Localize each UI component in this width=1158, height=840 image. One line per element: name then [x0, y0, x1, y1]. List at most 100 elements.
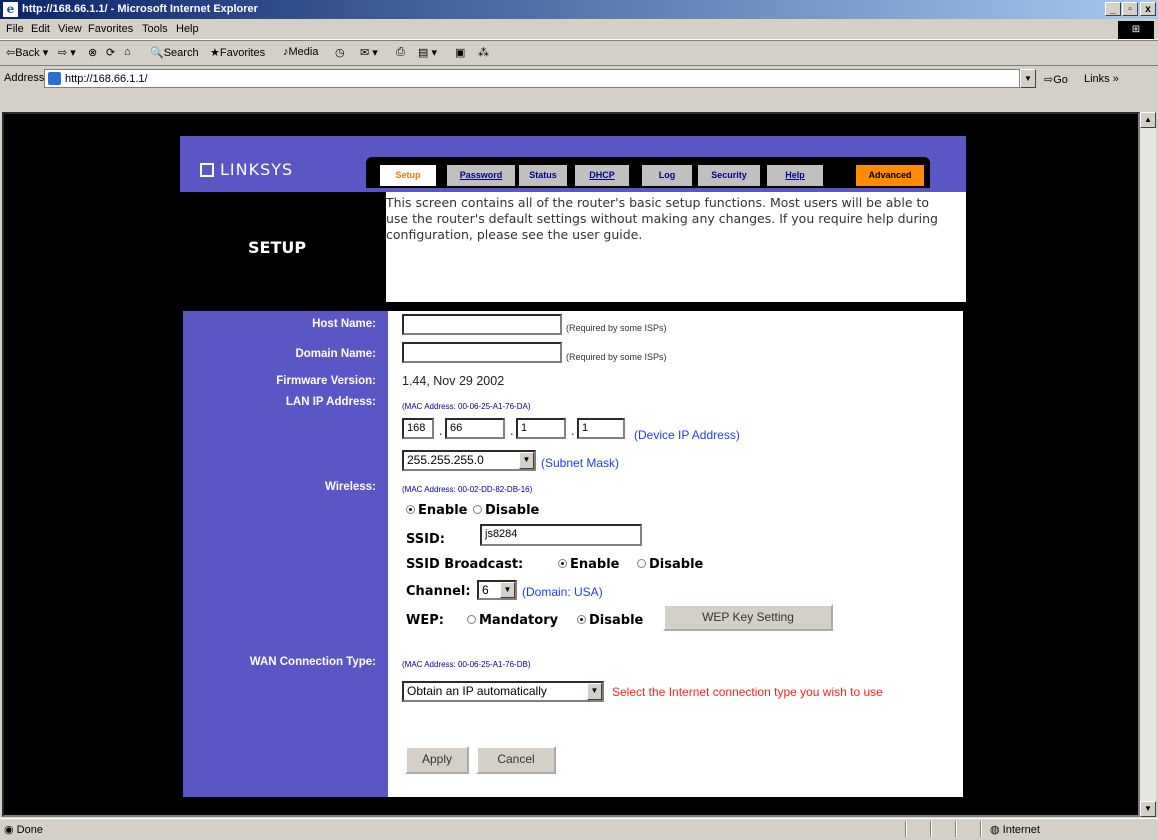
host-name-label: Host Name:	[312, 318, 376, 330]
search-label: Search	[163, 47, 199, 59]
lan-ip-octet-1[interactable]: 168	[402, 418, 434, 439]
wep-mandatory-radio[interactable]	[467, 615, 476, 624]
scroll-up-icon[interactable]: ▲	[1140, 112, 1156, 128]
print-icon[interactable]: ⎙	[396, 46, 405, 59]
domain-name-hint: (Required by some ISPs)	[566, 352, 667, 362]
ssid-input[interactable]: js8284	[480, 524, 642, 546]
tab-setup[interactable]: Setup	[380, 165, 436, 186]
lan-ip-octet-3[interactable]: 1	[516, 418, 566, 439]
status-bar: ◉ Done ◍ Internet	[0, 818, 1158, 840]
mail-icon[interactable]: ✉ ▾	[360, 46, 378, 59]
vertical-scrollbar[interactable]: ▲ ▼	[1140, 112, 1156, 817]
search-button[interactable]: 🔍Search	[150, 46, 199, 59]
address-url: http://168.66.1.1/	[65, 73, 148, 85]
broadcast-enable-option[interactable]: Enable	[558, 557, 620, 572]
media-label: Media	[288, 46, 319, 58]
lan-ip-octet-4[interactable]: 1	[577, 418, 625, 439]
scroll-down-icon[interactable]: ▼	[1140, 801, 1156, 817]
host-name-input[interactable]	[402, 314, 562, 335]
wep-disable-option[interactable]: Disable	[577, 613, 643, 628]
wep-disable-radio[interactable]	[577, 615, 586, 624]
menu-file[interactable]: File	[6, 23, 24, 35]
refresh-icon[interactable]: ⟳	[106, 46, 115, 59]
broadcast-disable-option[interactable]: Disable	[637, 557, 703, 572]
forward-button[interactable]: ⇨ ▾	[58, 46, 76, 59]
wan-type-value: Obtain an IP automatically	[407, 684, 547, 698]
wireless-disable-option[interactable]: Disable	[473, 503, 539, 518]
home-icon[interactable]: ⌂	[124, 46, 131, 58]
links-button[interactable]: Links »	[1084, 73, 1119, 85]
internet-zone-label: Internet	[1002, 824, 1040, 836]
wireless-disable-radio[interactable]	[473, 505, 482, 514]
broadcast-enable-label: Enable	[570, 557, 620, 572]
wep-key-setting-button[interactable]: WEP Key Setting	[663, 604, 833, 631]
domain-note: (Domain: USA)	[522, 585, 603, 599]
links-label: Links	[1084, 73, 1110, 85]
channel-label: Channel:	[406, 584, 471, 599]
broadcast-disable-label: Disable	[649, 557, 704, 572]
subnet-mask-select[interactable]: 255.255.255.0 ▼	[402, 450, 536, 471]
tab-security[interactable]: Security	[698, 165, 760, 186]
intro-text: This screen contains all of the router's…	[386, 195, 938, 242]
internet-zone: ◍ Internet	[990, 823, 1040, 836]
close-button[interactable]: x	[1140, 2, 1156, 16]
lan-ip-octet-2[interactable]: 66	[445, 418, 505, 439]
address-dropdown-button[interactable]: ▼	[1020, 69, 1036, 88]
maximize-button[interactable]: ▫	[1122, 2, 1138, 16]
wep-disable-label: Disable	[589, 613, 644, 628]
channel-select[interactable]: 6 ▼	[477, 580, 517, 600]
menu-help[interactable]: Help	[176, 23, 199, 35]
back-button[interactable]: ⇦Back ▾	[6, 46, 48, 59]
wireless-label: Wireless:	[324, 481, 376, 493]
tab-log[interactable]: Log	[642, 165, 692, 186]
firmware-version-label: Firmware Version:	[276, 375, 376, 387]
wan-type-label: WAN Connection Type:	[249, 656, 376, 668]
tab-dhcp[interactable]: DHCP	[575, 165, 629, 186]
menu-bar: File Edit View Favorites Tools Help	[0, 19, 1158, 40]
subnet-mask-value: 255.255.255.0	[407, 453, 484, 467]
device-ip-note: (Device IP Address)	[634, 428, 740, 442]
minimize-button[interactable]: _	[1105, 2, 1121, 16]
wireless-enable-radio[interactable]	[406, 505, 415, 514]
status-done-label: Done	[16, 824, 43, 836]
wan-mac-address: (MAC Address: 00-06-25-A1-76-DB)	[402, 660, 531, 669]
stop-icon[interactable]: ⊗	[88, 46, 97, 59]
menu-tools[interactable]: Tools	[142, 23, 168, 35]
address-bar: Address http://168.66.1.1/ ▼ ⇨Go Links »	[0, 65, 1158, 91]
linksys-brand: LINKSYS	[220, 160, 294, 179]
status-text: ◉ Done	[4, 824, 43, 836]
cancel-button[interactable]: Cancel	[476, 746, 556, 774]
menu-favorites[interactable]: Favorites	[88, 23, 133, 35]
ie-logo-icon: e	[3, 2, 18, 17]
address-input[interactable]: http://168.66.1.1/	[44, 69, 1020, 88]
wireless-mac-address: (MAC Address: 00-02-DD-82-DB-16)	[402, 485, 533, 494]
viewport-frame	[0, 90, 1158, 112]
tab-status[interactable]: Status	[519, 165, 567, 186]
broadcast-disable-radio[interactable]	[637, 559, 646, 568]
tab-advanced[interactable]: Advanced	[856, 165, 924, 186]
wan-type-select[interactable]: Obtain an IP automatically ▼	[402, 681, 604, 702]
menu-edit[interactable]: Edit	[31, 23, 50, 35]
windows-logo-icon: ⊞	[1118, 21, 1154, 39]
status-separator	[930, 821, 932, 837]
toolbar: ⇦Back ▾ ⇨ ▾ ⊗ ⟳ ⌂ 🔍Search ★Favorites ♪Me…	[0, 40, 1158, 66]
window-title: http://168.66.1.1/ - Microsoft Internet …	[22, 3, 258, 15]
media-button[interactable]: ♪Media	[283, 46, 318, 58]
edit-icon[interactable]: ▤ ▾	[418, 46, 437, 59]
broadcast-enable-radio[interactable]	[558, 559, 567, 568]
history-icon[interactable]: ◷	[335, 46, 345, 59]
title-bar: e http://168.66.1.1/ - Microsoft Interne…	[0, 0, 1158, 19]
apply-button[interactable]: Apply	[405, 746, 469, 774]
messenger-icon[interactable]: ⁂	[478, 46, 489, 59]
wep-mandatory-option[interactable]: Mandatory	[467, 613, 558, 628]
menu-view[interactable]: View	[58, 23, 82, 35]
favorites-button[interactable]: ★Favorites	[210, 46, 265, 59]
tab-help[interactable]: Help	[767, 165, 823, 186]
tab-password[interactable]: Password	[447, 165, 515, 186]
chevron-down-icon: ▼	[587, 683, 602, 700]
wireless-enable-option[interactable]: Enable	[406, 503, 468, 518]
discuss-icon[interactable]: ▣	[455, 46, 465, 59]
lan-ip-label: LAN IP Address:	[285, 396, 376, 408]
go-button[interactable]: ⇨Go	[1044, 73, 1068, 86]
domain-name-input[interactable]	[402, 342, 562, 363]
